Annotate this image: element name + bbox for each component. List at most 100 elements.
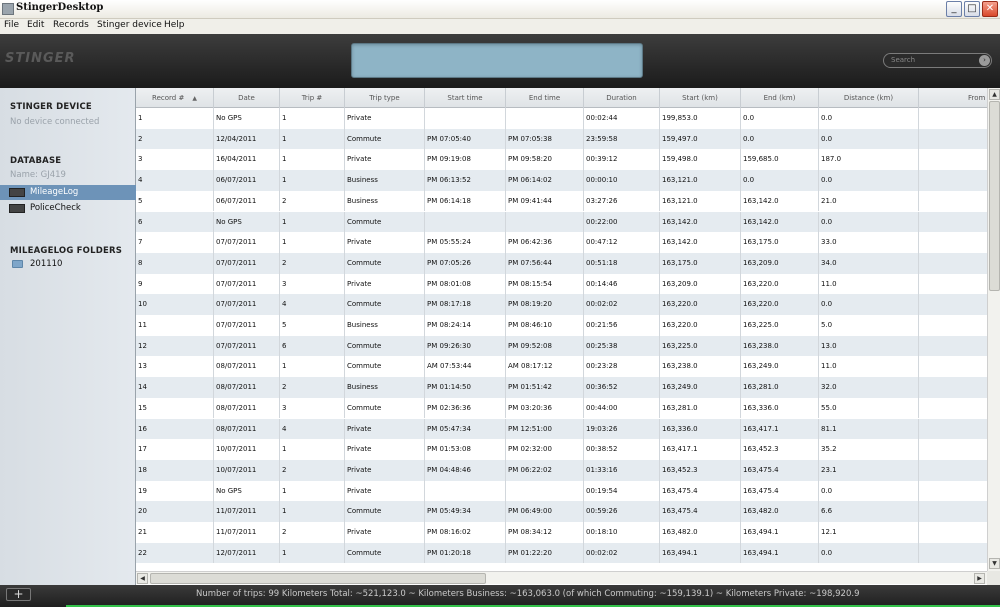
menu-help[interactable]: Help [164, 20, 185, 30]
vertical-scrollbar[interactable]: ▲ ▼ [987, 88, 1000, 571]
table-cell: PM 06:42:36 [506, 232, 584, 253]
table-row[interactable]: 22 12/07/2011 1 Commute PM 01:20:18 PM 01:22:… [136, 542, 987, 564]
table-cell: 19 [136, 480, 214, 502]
minimize-button[interactable]: _ [946, 1, 962, 17]
table-cell: 34.0 [819, 252, 919, 274]
column-header-distance-km[interactable]: Distance (km) [819, 88, 919, 108]
table-row[interactable]: 7 07/07/2011 1 Private PM 05:55:24 PM 06:42:3… [136, 232, 987, 253]
table-cell: Commute [345, 501, 425, 522]
column-header-date[interactable]: Date [214, 88, 280, 108]
table-cell: 3 [136, 149, 214, 171]
table-cell: 163,209.0 [741, 252, 819, 274]
scroll-up-icon[interactable]: ▲ [989, 89, 1000, 100]
table-cell: PM 02:36:36 [425, 397, 506, 419]
column-header-label: Duration [606, 94, 637, 102]
column-header-trip[interactable]: Trip # [280, 88, 345, 108]
table-cell: 2 [280, 459, 345, 481]
search-input[interactable]: Search [891, 56, 915, 64]
column-header-label: Record # [152, 94, 185, 102]
maximize-button[interactable]: □ [964, 1, 980, 17]
table-row[interactable]: 11 07/07/2011 5 Business PM 08:24:14 PM 08:46… [136, 315, 987, 336]
close-button[interactable]: ✕ [982, 1, 998, 17]
table-row[interactable]: 16 08/07/2011 4 Private PM 05:47:34 PM 12:51:… [136, 418, 987, 440]
table-row[interactable]: 10 07/07/2011 4 Commute PM 08:17:18 PM 08:19:… [136, 294, 987, 315]
table-cell: 81.1 [819, 418, 919, 440]
table-row[interactable]: 9 07/07/2011 3 Private PM 08:01:08 PM 08:15:5… [136, 273, 987, 295]
table-row[interactable]: 13 08/07/2011 1 Commute AM 07:53:44 AM 08:17:… [136, 356, 987, 378]
table-cell: 21 [136, 522, 214, 543]
scroll-down-icon[interactable]: ▼ [989, 558, 1000, 569]
horizontal-scroll-thumb[interactable] [150, 573, 486, 584]
table-row[interactable]: 17 10/07/2011 1 Private PM 01:53:08 PM 02:32:… [136, 439, 987, 460]
scroll-left-icon[interactable]: ◀ [137, 573, 148, 584]
sidebar-folder-201110[interactable]: 201110 [0, 257, 136, 272]
table-row[interactable]: 18 10/07/2011 2 Private PM 04:48:46 PM 06:22:… [136, 459, 987, 481]
table-cell: 08/07/2011 [214, 418, 280, 440]
table-cell [919, 419, 987, 440]
column-header-start-time[interactable]: Start time [425, 88, 506, 108]
search-box[interactable]: Search › [883, 53, 992, 68]
menu-records[interactable]: Records [53, 20, 89, 30]
table-cell: Private [345, 108, 425, 129]
table-row[interactable]: 8 07/07/2011 2 Commute PM 07:05:26 PM 07:56:4… [136, 252, 987, 274]
table-row[interactable]: 19 No GPS 1 Private 00:19:54 163,475.4 163,475… [136, 480, 987, 502]
table-row[interactable]: 6 No GPS 1 Commute 00:22:00 163,142.0 163,142.… [136, 211, 987, 233]
table-cell: PM 08:17:18 [425, 294, 506, 315]
column-header-trip-type[interactable]: Trip type [345, 88, 425, 108]
table-row[interactable]: 3 16/04/2011 1 Private PM 09:19:08 PM 09:58:2… [136, 149, 987, 171]
column-header-label: Distance (km) [843, 94, 894, 102]
table-cell: 12 [136, 335, 214, 357]
table-cell: Private [345, 273, 425, 295]
column-header-end-time[interactable]: End time [506, 88, 584, 108]
table-cell: 07/07/2011 [214, 294, 280, 315]
window-title: StingerDesktop [16, 2, 104, 13]
table-row[interactable]: 21 11/07/2011 2 Private PM 08:16:02 PM 08:34:… [136, 522, 987, 543]
table-row[interactable]: 14 08/07/2011 2 Business PM 01:14:50 PM 01:51… [136, 377, 987, 398]
menu-stinger-device[interactable]: Stinger device [97, 20, 162, 30]
menu-edit[interactable]: Edit [27, 20, 44, 30]
table-cell: Private [345, 459, 425, 481]
sidebar-item-mileagelog[interactable]: MileageLog [0, 185, 136, 200]
column-header-label: Trip type [369, 94, 400, 102]
table-row[interactable]: 15 08/07/2011 3 Commute PM 02:36:36 PM 03:20:… [136, 397, 987, 419]
mileage-log-icon [9, 188, 25, 197]
table-header: Record # ▲ Date Trip # Trip type Start time En… [136, 88, 987, 108]
table-cell: 163,238.0 [741, 335, 819, 357]
table-cell: 22 [136, 542, 214, 564]
table-row[interactable]: 2 12/04/2011 1 Commute PM 07:05:40 PM 07:05:3… [136, 128, 987, 150]
column-header-duration[interactable]: Duration [584, 88, 660, 108]
table-cell: PM 09:58:20 [506, 149, 584, 171]
table-row[interactable]: 5 06/07/2011 2 Business PM 06:14:18 PM 09:41:… [136, 190, 987, 212]
table-cell: 159,685.0 [741, 149, 819, 171]
vertical-scroll-thumb[interactable] [989, 101, 1000, 291]
table-cell [919, 377, 987, 398]
table-cell [919, 460, 987, 481]
table-cell: Private [345, 480, 425, 502]
add-record-button[interactable]: + [6, 588, 31, 601]
table-cell: PM 09:19:08 [425, 149, 506, 171]
scroll-right-icon[interactable]: ▶ [974, 573, 985, 584]
column-header-start-km[interactable]: Start (km) [660, 88, 741, 108]
table-cell: 12/04/2011 [214, 128, 280, 150]
table-row[interactable]: 4 06/07/2011 1 Business PM 06:13:52 PM 06:14:… [136, 170, 987, 191]
table-cell: 17 [136, 439, 214, 460]
table-cell: 03:27:26 [584, 190, 660, 212]
column-header-record[interactable]: Record # ▲ [136, 88, 214, 108]
sidebar-item-policecheck[interactable]: PoliceCheck [0, 201, 136, 216]
table-row[interactable]: 12 07/07/2011 6 Commute PM 09:26:30 PM 09:52:… [136, 335, 987, 357]
table-row[interactable]: 1 No GPS 1 Private 00:02:44 199,853.0 0.0 0.0 [136, 108, 987, 129]
table-cell: PM 06:49:00 [506, 501, 584, 522]
table-cell: 163,494.1 [741, 542, 819, 564]
table-cell: PM 04:48:46 [425, 459, 506, 481]
search-go-icon[interactable]: › [979, 55, 990, 66]
table-cell: 1 [280, 439, 345, 460]
table-cell: Commute [345, 211, 425, 233]
column-header-from-postal[interactable]: From postal [919, 88, 987, 108]
menu-file[interactable]: File [4, 20, 19, 30]
horizontal-scrollbar[interactable]: ◀ ▶ [136, 571, 987, 584]
table-row[interactable]: 20 11/07/2011 1 Commute PM 05:49:34 PM 06:49:… [136, 501, 987, 522]
column-header-label: From postal [968, 94, 987, 102]
column-header-end-km[interactable]: End (km) [741, 88, 819, 108]
table-cell: 163,142.0 [741, 211, 819, 233]
table-cell: 19:03:26 [584, 418, 660, 440]
